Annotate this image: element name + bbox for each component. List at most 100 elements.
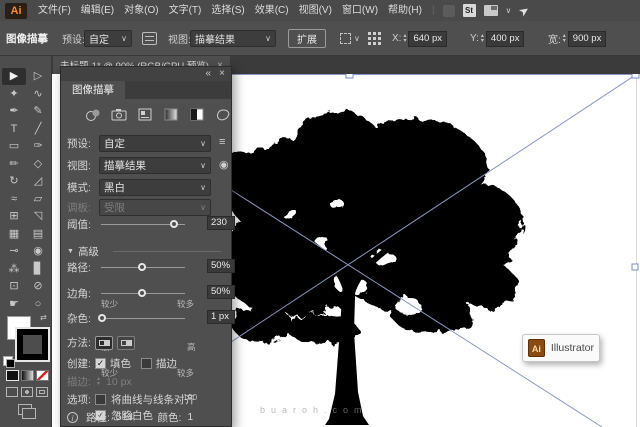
stroke-color-swatch[interactable] <box>17 329 48 360</box>
menu-window[interactable]: 窗口(W) <box>340 0 380 21</box>
noise-slider[interactable] <box>101 318 185 319</box>
eraser-tool-icon[interactable]: ◇ <box>26 156 50 173</box>
menu-file[interactable]: 文件(F) <box>36 0 73 21</box>
advanced-arrow-icon[interactable]: ▼ <box>67 248 74 255</box>
curvature-tool-icon[interactable]: ✎ <box>26 103 50 120</box>
draw-behind-mode-icon[interactable] <box>21 387 33 397</box>
paths-knob[interactable] <box>138 263 146 271</box>
paths-value[interactable]: 50% <box>207 259 235 273</box>
line-segment-tool-icon[interactable]: ╱ <box>26 121 50 138</box>
advanced-header[interactable]: ▼ 高级 <box>67 243 225 260</box>
free-transform-tool-icon[interactable]: ▱ <box>26 191 50 208</box>
draw-inside-mode-icon[interactable] <box>36 387 48 397</box>
selection-tool-icon[interactable]: ▶ <box>2 68 26 85</box>
blend-tool-icon[interactable]: ◉ <box>26 243 50 260</box>
swap-fill-stroke-icon[interactable]: ⇄ <box>40 313 47 322</box>
column-graph-tool-icon[interactable]: ▊ <box>26 261 50 278</box>
preset-low-color-icon[interactable] <box>137 107 154 122</box>
adobe-stock-icon[interactable]: St <box>463 4 476 17</box>
trace-panel-toggle-icon[interactable] <box>142 32 157 45</box>
menu-edit[interactable]: 编辑(E) <box>79 0 116 21</box>
shape-builder-tool-icon[interactable]: ⊞ <box>2 208 26 225</box>
panel-titlebar[interactable]: « × <box>61 67 231 81</box>
pen-tool-icon[interactable]: ✒ <box>2 103 26 120</box>
top-right-handle[interactable] <box>632 74 639 78</box>
preset-black-white-icon[interactable] <box>189 107 206 122</box>
menu-view[interactable]: 视图(V) <box>297 0 334 21</box>
reference-point-grid[interactable] <box>368 32 381 45</box>
magic-wand-tool-icon[interactable]: ✦ <box>2 86 26 103</box>
y-input[interactable]: 400 px <box>486 31 525 47</box>
zoom-tool-icon[interactable]: ○ <box>26 296 50 313</box>
threshold-value[interactable]: 230 <box>207 216 235 230</box>
threshold-slider[interactable] <box>101 224 185 225</box>
hand-tool-icon[interactable]: ☛ <box>2 296 26 313</box>
paintbrush-tool-icon[interactable]: ✑ <box>26 138 50 155</box>
threshold-knob[interactable] <box>170 220 178 228</box>
x-stepper[interactable]: ▴▾ <box>403 34 406 44</box>
menu-effect[interactable]: 效果(C) <box>253 0 291 21</box>
workspace-switcher-icon[interactable] <box>484 5 498 16</box>
width-stepper[interactable]: ▴▾ <box>563 34 566 44</box>
image-trace-tab[interactable]: 图像描摹 <box>61 81 125 99</box>
width-tool-icon[interactable]: ≈ <box>2 191 26 208</box>
share-icon[interactable]: ➤ <box>516 2 532 19</box>
mode-dropdown[interactable]: 黑白∨ <box>99 179 211 196</box>
draw-normal-mode-icon[interactable] <box>6 387 18 397</box>
menu-type[interactable]: 文字(T) <box>167 0 204 21</box>
rectangle-tool-icon[interactable]: ▭ <box>2 138 26 155</box>
none-button[interactable] <box>36 370 49 381</box>
fills-checkbox[interactable]: ✓ <box>95 358 106 369</box>
paths-slider[interactable] <box>101 267 185 268</box>
pencil-tool-icon[interactable]: ✏ <box>2 156 26 173</box>
width-input[interactable]: 900 px <box>568 31 607 47</box>
corners-value[interactable]: 50% <box>207 285 235 299</box>
collapse-panel-icon[interactable]: « <box>205 67 211 81</box>
direct-selection-tool-icon[interactable]: ▷ <box>26 68 50 85</box>
preset-menu-icon[interactable]: ≡ <box>219 136 225 148</box>
artboard-tool-icon[interactable]: ⊡ <box>2 278 26 295</box>
view-dropdown[interactable]: 描摹结果∨ <box>99 157 211 174</box>
expand-button[interactable]: 扩展 <box>288 29 326 48</box>
type-tool-icon[interactable]: T <box>2 121 26 138</box>
bounding-box-icon[interactable] <box>340 33 351 44</box>
method-overlapping-button[interactable] <box>117 336 135 350</box>
chevron-down-icon[interactable]: ∨ <box>354 34 360 43</box>
gradient-button[interactable] <box>21 370 34 381</box>
workspace-caret-icon[interactable]: ∨ <box>506 6 512 15</box>
preset-high-color-icon[interactable] <box>111 107 128 122</box>
corners-knob[interactable] <box>138 289 146 297</box>
method-abutting-button[interactable] <box>95 336 113 350</box>
snap-curves-checkbox[interactable] <box>95 394 106 405</box>
mesh-tool-icon[interactable]: ▦ <box>2 226 26 243</box>
bridge-icon[interactable] <box>443 5 455 17</box>
app-logo[interactable]: Ai <box>5 3 27 19</box>
preset-dropdown[interactable]: 自定 ∨ <box>84 30 132 47</box>
eyedropper-tool-icon[interactable]: ⊸ <box>2 243 26 260</box>
preset-auto-color-icon[interactable] <box>85 107 102 122</box>
default-fill-stroke-icon[interactable] <box>3 356 13 366</box>
info-icon[interactable]: i <box>67 412 78 423</box>
x-input[interactable]: 640 px <box>408 31 447 47</box>
corners-slider[interactable] <box>101 293 185 294</box>
color-button[interactable] <box>6 370 19 381</box>
menu-object[interactable]: 对象(O) <box>122 0 160 21</box>
gradient-tool-icon[interactable]: ▤ <box>26 226 50 243</box>
perspective-grid-tool-icon[interactable]: ◹ <box>26 208 50 225</box>
eye-icon[interactable]: ◉ <box>219 158 229 171</box>
noise-knob[interactable] <box>98 314 106 322</box>
noise-value[interactable]: 1 px <box>207 310 235 324</box>
y-stepper[interactable]: ▴▾ <box>481 34 484 44</box>
strokes-checkbox[interactable] <box>141 358 152 369</box>
lasso-tool-icon[interactable]: ∿ <box>26 86 50 103</box>
close-panel-icon[interactable]: × <box>219 67 225 81</box>
view-dropdown[interactable]: 描摹结果 ∨ <box>190 30 276 47</box>
preset-outline-icon[interactable] <box>215 107 232 122</box>
rotate-tool-icon[interactable]: ↻ <box>2 173 26 190</box>
slice-tool-icon[interactable]: ⊘ <box>26 278 50 295</box>
top-center-handle[interactable] <box>346 74 353 78</box>
menu-select[interactable]: 选择(S) <box>209 0 246 21</box>
preset-dropdown[interactable]: 自定∨ <box>99 135 211 152</box>
symbol-sprayer-tool-icon[interactable]: ⁂ <box>2 261 26 278</box>
scale-tool-icon[interactable]: ◿ <box>26 173 50 190</box>
